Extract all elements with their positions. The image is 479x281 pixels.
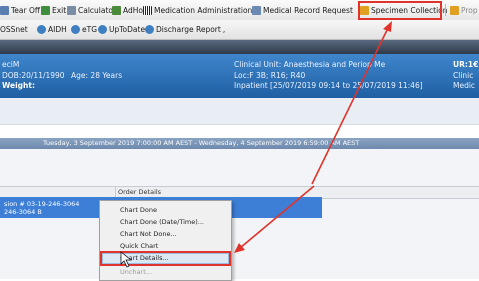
links-toolbar: OSSnet AIDH eTG UpToDate Discharge Repor… [0,20,479,40]
link-label: eTG [82,25,98,34]
toolbar-item-prop[interactable]: Prop [450,0,478,20]
toolbar-divider [445,4,446,16]
patient-age: Age: 28 Years [71,71,123,80]
link-label: UpToDate [109,25,146,34]
banner-clinic: Clinic [453,71,474,80]
link-label: OSSnet [0,25,28,34]
link-label: AIDH [48,25,67,34]
menu-item-quick-chart[interactable]: Quick Chart [120,242,158,250]
prop-icon [450,5,459,15]
tear-off-icon [0,5,9,15]
chart-details-highlight [100,251,231,266]
toolbar-item-label: Tear Off [11,5,41,15]
calculator-icon [67,5,76,15]
patient-name: eciM [2,60,20,69]
link-etg[interactable]: eTG [71,20,97,39]
toolbar-item-exit[interactable]: Exit [41,0,66,20]
menu-item-chart-done[interactable]: Chart Done [120,206,157,214]
adhoc-icon [112,5,121,15]
patient-ur: UR:1€ [453,60,479,69]
toolbar-item-medical-record-request[interactable]: Medical Record Request [252,0,353,20]
specimen-collection-highlight [358,1,442,20]
menu-item-chart-not-done[interactable]: Chart Not Done... [120,230,177,238]
row-accession: sion # 03-19-246-3064 [4,200,80,208]
toolbar-item-label: Medication Administration [154,5,253,15]
title-strip [0,40,479,54]
link-icon [37,25,46,34]
date-range-bar: Tuesday, 3 September 2019 7:00:00 AM AES… [0,138,479,149]
toolbar-item-medication-administration[interactable]: Medication Administration [143,0,252,20]
toolbar-item-adhoc[interactable]: AdHoc [112,0,147,20]
link-icon [71,25,80,34]
link-ossnet[interactable]: OSSnet [0,20,28,39]
link-icon [145,25,154,34]
toolbar-item-calculator[interactable]: Calculator [67,0,116,20]
toolbar-item-label: Calculator [78,5,117,15]
toolbar-item-label: Exit [52,5,67,15]
link-aidh[interactable]: AIDH [37,20,67,39]
filter-area [0,124,479,139]
link-label: Discharge Report [156,25,221,34]
banner-medic: Medic [453,81,476,90]
patient-banner: eciM DOB:20/11/1990 Age: 28 Years Weight… [0,54,479,98]
row-accession-secondary: 246-3064 B [4,208,42,216]
patient-location: Loc:F 3B; R16; R40 [234,71,306,80]
toolbar-item-tear-off[interactable]: Tear Off [0,0,40,20]
link-discharge-report[interactable]: Discharge Report , [145,20,225,39]
record-request-icon [252,5,261,15]
inpatient-encounter: Inpatient [25/07/2019 09:14 to 25/07/201… [234,81,423,90]
barcode-icon [143,5,152,15]
exit-icon [41,5,50,15]
link-uptodate[interactable]: UpToDate [98,20,145,39]
toolbar-item-label: Prop [461,5,478,15]
patient-dob: DOB:20/11/1990 [2,71,65,80]
toolbar-item-label: Medical Record Request [263,5,353,15]
context-menu: Chart Done Chart Done (Date/Time)... Cha… [99,200,232,281]
menu-item-unchart[interactable]: Unchart... [120,268,152,276]
toolbar-area [0,98,479,124]
patient-weight: Weight: [2,81,35,90]
menu-item-chart-done-date-time[interactable]: Chart Done (Date/Time)... [120,218,204,226]
link-icon [98,25,107,34]
link-trailing: , [222,25,226,34]
clinical-unit: Clinical Unit: Anaesthesia and Periop Me [234,60,386,69]
